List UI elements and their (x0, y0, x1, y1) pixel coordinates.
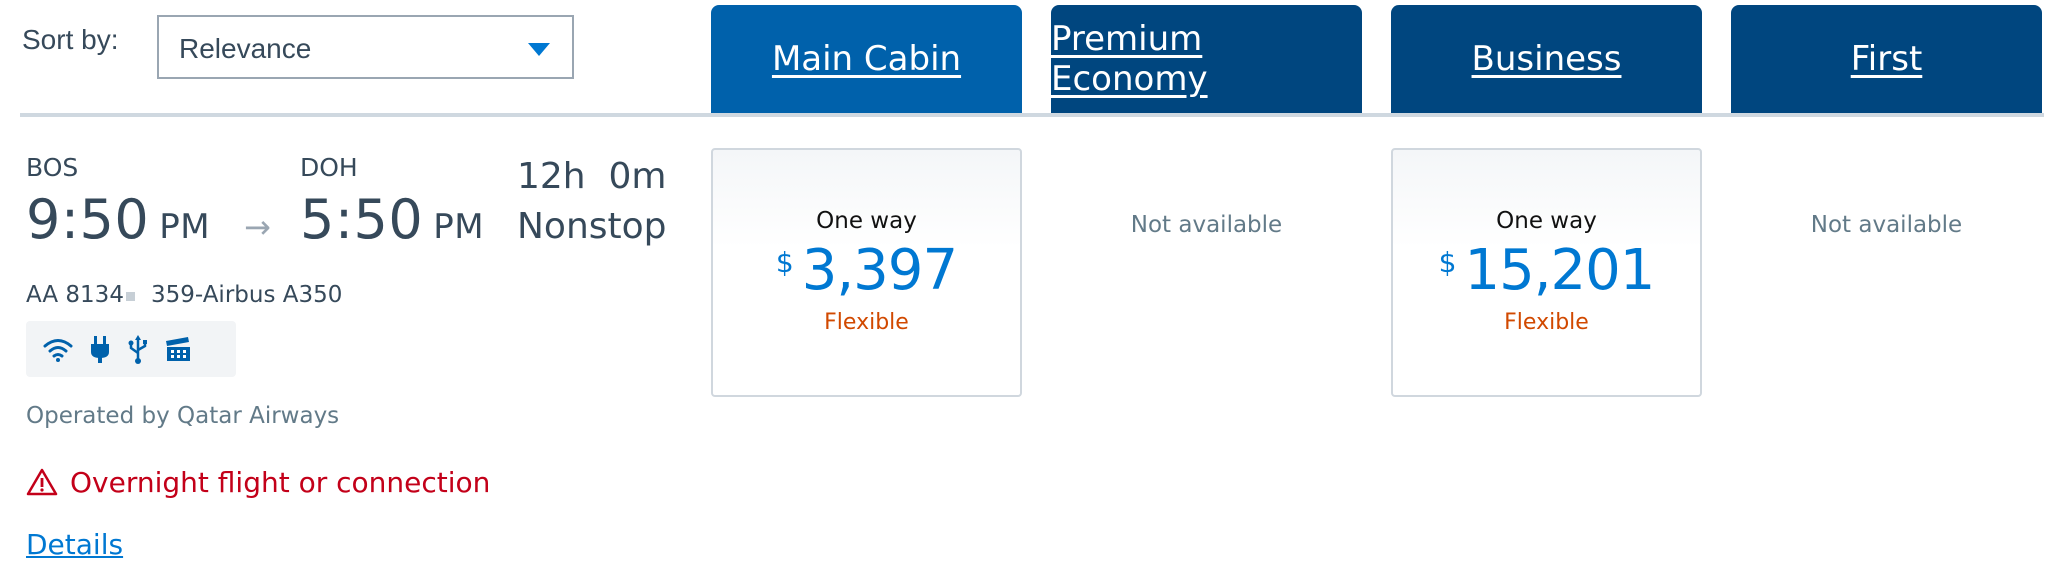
sort-selected-value: Relevance (179, 33, 312, 64)
fare-amount: 3,397 (801, 238, 958, 303)
fare-price: $15,201 (1393, 238, 1700, 303)
depart-ampm: PM (159, 207, 211, 247)
entertainment-icon[interactable] (164, 335, 192, 363)
tab-business-label: Business (1471, 39, 1622, 79)
aircraft-type: 359-Airbus A350 (151, 282, 343, 308)
tab-premium-economy-label: Premium Economy (1051, 19, 1208, 99)
arrive-time: 5:50 PM (300, 188, 484, 251)
sort-label: Sort by: (22, 24, 119, 55)
depart-time: 9:50 PM (26, 188, 210, 251)
amenities-bar (26, 321, 236, 377)
fare-card-business[interactable]: One way $15,201 Flexible (1391, 148, 1702, 397)
tab-first[interactable]: First (1731, 5, 2042, 113)
arrow-right-icon: → (244, 208, 271, 246)
fare-type: Flexible (1504, 310, 1589, 335)
warning-triangle-icon (26, 467, 58, 501)
fare-trip-type: One way (816, 208, 917, 234)
fare-currency: $ (775, 246, 794, 279)
destination-airport: DOH (300, 153, 358, 182)
arrive-ampm: PM (433, 207, 485, 247)
fare-first-unavailable: Not available (1810, 212, 1963, 238)
flight-stops: Nonstop (517, 206, 667, 247)
fare-amount: 15,201 (1464, 238, 1655, 303)
fare-type: Flexible (824, 310, 909, 335)
overnight-warning: Overnight flight or connection (70, 466, 491, 499)
fare-trip-type: One way (1496, 208, 1597, 234)
wifi-icon[interactable] (42, 335, 74, 363)
details-link[interactable]: Details (26, 528, 123, 561)
tab-main-cabin[interactable]: Main Cabin (711, 5, 1022, 113)
sort-dropdown[interactable]: Relevance (157, 15, 574, 79)
flight-number: AA 8134 (26, 282, 124, 308)
separator-dot (126, 292, 135, 301)
tab-divider (20, 113, 2044, 117)
fare-premium-economy-unavailable: Not available (1130, 212, 1283, 238)
origin-airport: BOS (26, 153, 79, 182)
chevron-down-icon (528, 43, 550, 56)
tab-premium-economy[interactable]: Premium Economy (1051, 5, 1362, 113)
fare-currency: $ (1438, 246, 1457, 279)
power-outlet-icon[interactable] (88, 334, 112, 364)
fare-price: $3,397 (713, 238, 1020, 303)
depart-time-value: 9:50 (26, 188, 150, 251)
flight-duration: 12h 0m (517, 156, 667, 197)
usb-icon[interactable] (126, 333, 150, 365)
tab-business[interactable]: Business (1391, 5, 1702, 113)
tab-main-cabin-label: Main Cabin (771, 39, 962, 79)
operated-by: Operated by Qatar Airways (26, 403, 340, 429)
arrive-time-value: 5:50 (300, 188, 424, 251)
fare-card-main-cabin[interactable]: One way $3,397 Flexible (711, 148, 1022, 397)
tab-first-label: First (1850, 39, 1923, 79)
